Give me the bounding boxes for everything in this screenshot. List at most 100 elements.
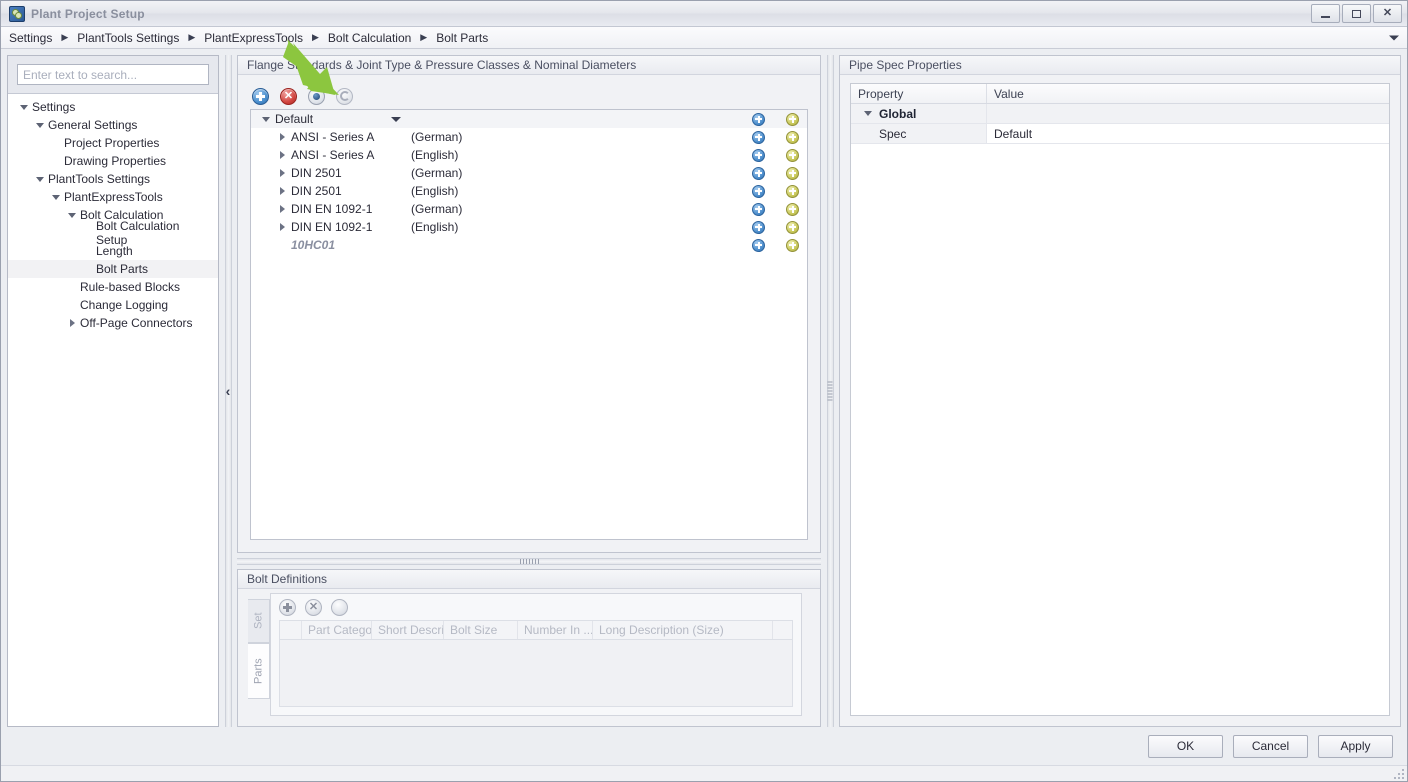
refresh-icon[interactable] — [331, 598, 348, 616]
sidebar-item-label: Drawing Properties — [64, 154, 167, 168]
add-blue-icon[interactable] — [752, 202, 765, 216]
column-header-blank[interactable] — [280, 621, 302, 639]
column-header-value[interactable]: Value — [987, 84, 1389, 103]
breadcrumb-item-2[interactable]: PlantExpressTools — [204, 31, 303, 45]
add-yellow-icon[interactable] — [786, 130, 799, 144]
center-column: Flange Standards & Joint Type & Pressure… — [237, 55, 821, 727]
add-blue-icon[interactable] — [752, 148, 765, 162]
sidebar-item-rule-based-blocks[interactable]: Rule-based Blocks — [8, 278, 218, 296]
apply-button[interactable]: Apply — [1318, 734, 1393, 758]
flange-row[interactable]: DIN EN 1092-1 (German) — [251, 200, 807, 218]
add-blue-icon[interactable] — [752, 166, 765, 180]
property-row-spec[interactable]: Spec Default — [851, 124, 1389, 144]
expand-arrow-down-icon[interactable] — [16, 104, 32, 110]
eye-icon[interactable] — [308, 87, 325, 105]
expand-arrow-right-icon[interactable] — [273, 205, 291, 213]
add-blue-icon[interactable] — [752, 130, 765, 144]
flange-row[interactable]: DIN 2501 (German) — [251, 164, 807, 182]
breadcrumb-item-1[interactable]: PlantTools Settings — [77, 31, 179, 45]
minimize-button[interactable] — [1311, 4, 1340, 23]
flange-standards-list[interactable]: Default ANSI - Series A (German) ANSI - Ser… — [250, 109, 808, 540]
add-blue-icon[interactable] — [752, 238, 765, 252]
tab-parts[interactable]: Parts — [248, 643, 270, 699]
column-header-long-description-size[interactable]: Long Description (Size) — [593, 621, 773, 639]
add-yellow-icon[interactable] — [786, 148, 799, 162]
add-blue-icon[interactable] — [752, 220, 765, 234]
sidebar-item-project-properties[interactable]: Project Properties — [8, 134, 218, 152]
refresh-icon[interactable] — [336, 87, 353, 105]
collapse-sidebar-icon[interactable]: ‹ — [226, 383, 231, 399]
bolt-parts-grid[interactable]: Part Catego...Short Descri...Bolt SizeNu… — [279, 620, 793, 707]
expand-arrow-right-icon[interactable] — [273, 187, 291, 195]
breadcrumb-item-0[interactable]: Settings — [9, 31, 52, 45]
sidebar-item-change-logging[interactable]: Change Logging — [8, 296, 218, 314]
expand-arrow-right-icon[interactable] — [64, 319, 80, 327]
bolt-parts-grid-body[interactable] — [280, 640, 792, 706]
sidebar-item-plantexpresstools[interactable]: PlantExpressTools — [8, 188, 218, 206]
expand-arrow-right-icon[interactable] — [273, 151, 291, 159]
property-value-spec[interactable]: Default — [987, 124, 1389, 143]
sidebar-item-off-page-connectors[interactable]: Off-Page Connectors — [8, 314, 218, 332]
maximize-button[interactable] — [1342, 4, 1371, 23]
flange-row[interactable]: Default — [251, 110, 807, 128]
add-yellow-icon[interactable] — [786, 202, 799, 216]
delete-icon[interactable]: ✕ — [305, 598, 322, 616]
flange-row[interactable]: ANSI - Series A (English) — [251, 146, 807, 164]
cancel-button[interactable]: Cancel — [1233, 734, 1308, 758]
flange-row[interactable]: ANSI - Series A (German) — [251, 128, 807, 146]
flange-row[interactable]: DIN EN 1092-1 (English) — [251, 218, 807, 236]
ok-button[interactable]: OK — [1148, 734, 1223, 758]
resize-grip-icon[interactable] — [1392, 767, 1404, 779]
flange-row[interactable]: DIN 2501 (English) — [251, 182, 807, 200]
breadcrumb-item-4[interactable]: Bolt Parts — [436, 31, 488, 45]
sidebar-item-general-settings[interactable]: General Settings — [8, 116, 218, 134]
flange-row[interactable]: 10HC01 — [251, 236, 807, 254]
pipe-spec-title: Pipe Spec Properties — [840, 56, 1400, 75]
add-yellow-icon[interactable] — [786, 166, 799, 180]
column-header-bolt-size[interactable]: Bolt Size — [444, 621, 518, 639]
column-header-short-descri[interactable]: Short Descri... — [372, 621, 444, 639]
chevron-down-icon[interactable] — [1389, 35, 1399, 40]
close-button[interactable]: ✕ — [1373, 4, 1402, 23]
add-blue-icon[interactable] — [752, 184, 765, 198]
sidebar-item-drawing-properties[interactable]: Drawing Properties — [8, 152, 218, 170]
sidebar-item-planttools-settings[interactable]: PlantTools Settings — [8, 170, 218, 188]
add-blue-icon[interactable] — [752, 112, 765, 126]
delete-icon[interactable]: ✕ — [280, 87, 297, 105]
flange-language: (English) — [411, 220, 459, 234]
add-icon[interactable] — [252, 87, 269, 105]
breadcrumb-item-3[interactable]: Bolt Calculation — [328, 31, 411, 45]
add-yellow-icon[interactable] — [786, 184, 799, 198]
column-header-number-in[interactable]: Number In ... — [518, 621, 593, 639]
bolt-parts-toolbar: ✕ — [271, 594, 801, 620]
sidebar-splitter[interactable]: ‹ — [219, 55, 237, 727]
column-header-part-catego[interactable]: Part Catego... — [302, 621, 372, 639]
expand-arrow-down-icon[interactable] — [32, 122, 48, 128]
property-group-row[interactable]: Global — [851, 104, 1389, 124]
expand-arrow-right-icon[interactable] — [273, 169, 291, 177]
tab-set[interactable]: Set — [248, 599, 270, 643]
add-icon[interactable] — [279, 598, 296, 616]
sidebar-item-settings[interactable]: Settings — [8, 98, 218, 116]
spec-dropdown-icon[interactable] — [391, 116, 401, 122]
bolt-definitions-tabs: Set Parts — [248, 593, 270, 716]
add-yellow-icon[interactable] — [786, 112, 799, 126]
chevron-down-icon[interactable] — [864, 111, 872, 116]
add-yellow-icon[interactable] — [786, 238, 799, 252]
expand-arrow-down-icon[interactable] — [48, 194, 64, 200]
expand-arrow-right-icon[interactable] — [273, 223, 291, 231]
sidebar-item-bolt-parts[interactable]: Bolt Parts — [8, 260, 218, 278]
add-yellow-icon[interactable] — [786, 220, 799, 234]
expand-arrow-right-icon[interactable] — [273, 133, 291, 141]
column-header-property[interactable]: Property — [851, 84, 987, 103]
expand-arrow-down-icon[interactable] — [257, 116, 275, 122]
expand-arrow-down-icon[interactable] — [64, 212, 80, 218]
property-name-spec: Spec — [851, 124, 987, 143]
sidebar-item-bolt-calculation-setup[interactable]: Bolt Calculation Setup — [8, 219, 218, 247]
property-group-label: Global — [879, 106, 917, 121]
expand-arrow-down-icon[interactable] — [32, 176, 48, 182]
search-area — [8, 56, 218, 94]
search-input[interactable] — [17, 64, 209, 85]
right-splitter[interactable] — [821, 55, 839, 727]
panel-splitter[interactable] — [237, 553, 821, 569]
